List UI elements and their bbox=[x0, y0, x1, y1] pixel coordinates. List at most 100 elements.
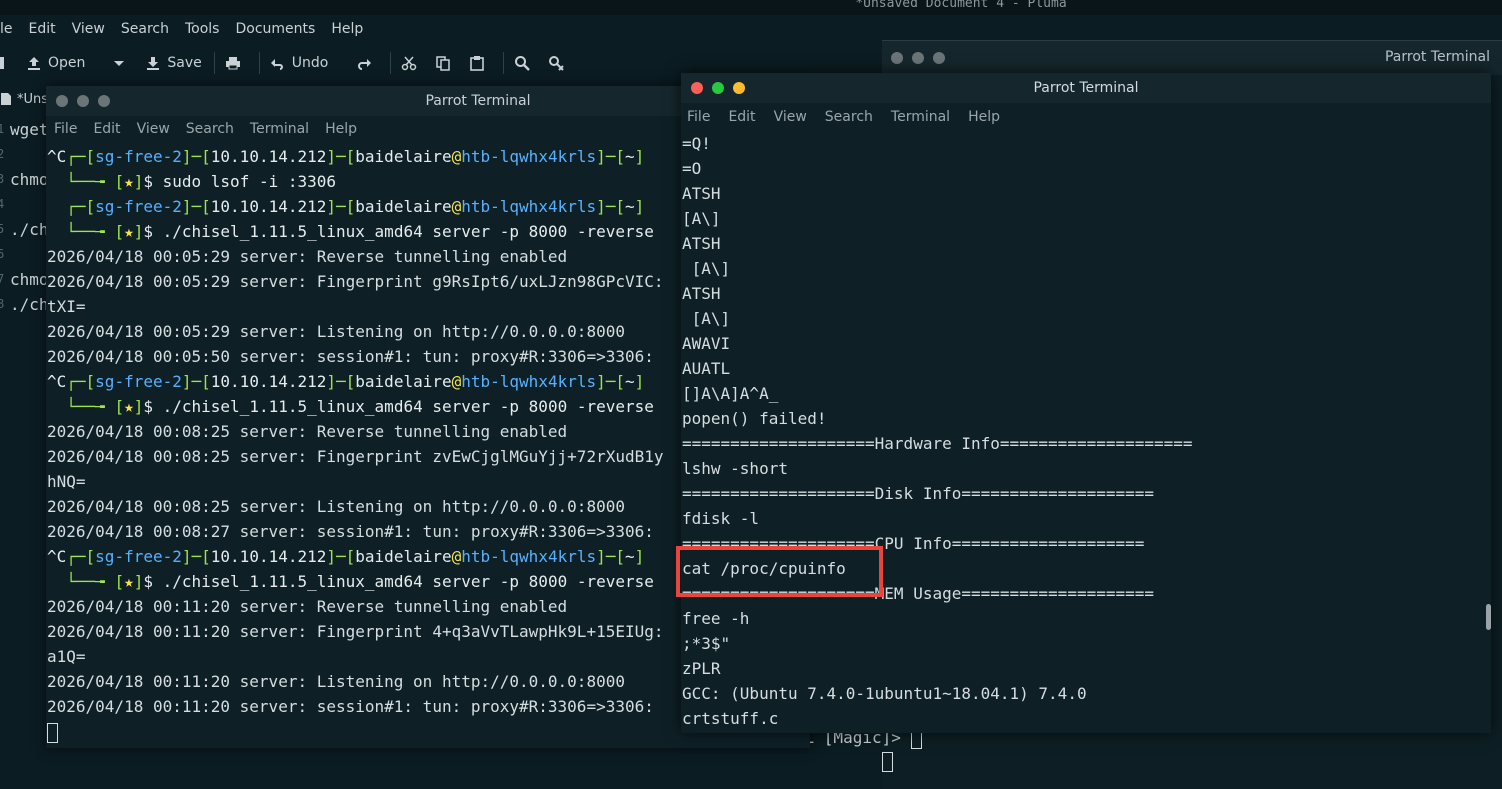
paste-button[interactable] bbox=[469, 48, 491, 78]
terminal-output-line: ATSH bbox=[682, 184, 721, 203]
terminal-output-line: =Q! bbox=[682, 134, 711, 153]
maximize-dot-icon[interactable] bbox=[933, 52, 945, 64]
menu-file[interactable]: File bbox=[54, 121, 77, 137]
open-button[interactable]: Open bbox=[26, 48, 85, 78]
tab-label: *Uns bbox=[17, 91, 49, 107]
editor-line: wget bbox=[10, 120, 49, 139]
menu-view[interactable]: View bbox=[137, 121, 170, 137]
menu-edit[interactable]: Edit bbox=[728, 109, 755, 125]
terminal-output-line: [A\] bbox=[682, 259, 731, 278]
toolbar-separator bbox=[503, 52, 505, 74]
terminal-output-line: popen() failed! bbox=[682, 409, 827, 428]
scrollbar-thumb[interactable] bbox=[1486, 604, 1491, 630]
clipboard-icon bbox=[470, 56, 485, 71]
minimize-dot-icon[interactable] bbox=[912, 52, 924, 64]
editor-line: chmo bbox=[10, 270, 49, 289]
redo-button[interactable] bbox=[340, 48, 378, 78]
menu-help[interactable]: Help bbox=[968, 109, 1000, 125]
terminal-titlebar: Parrot Terminal bbox=[681, 73, 1491, 103]
toolbar-separator bbox=[258, 52, 260, 74]
open-label: Open bbox=[48, 55, 86, 71]
text-cursor bbox=[47, 722, 58, 743]
cut-button[interactable] bbox=[401, 48, 423, 78]
copy-button[interactable] bbox=[435, 48, 457, 78]
line-number: 3 bbox=[0, 172, 5, 186]
terminal-menubar: File Edit View Search Terminal Help bbox=[681, 103, 1491, 131]
line-number: 6 bbox=[0, 247, 5, 261]
new-document-icon bbox=[0, 57, 4, 69]
menu-file[interactable]: File bbox=[687, 109, 710, 125]
redo-icon bbox=[358, 59, 372, 70]
pluma-menubar: le Edit View Search Tools Documents Help bbox=[0, 15, 900, 43]
menu-terminal[interactable]: Terminal bbox=[891, 109, 950, 125]
terminal-output[interactable]: =Q! =O ATSH [A\] ATSH [A\] ATSH [A\] AWAVI AUAT… bbox=[682, 131, 1482, 733]
terminal-output-line: zPLR bbox=[682, 659, 721, 678]
undo-label: Undo bbox=[291, 55, 329, 71]
new-button[interactable] bbox=[0, 48, 14, 78]
terminal-titlebar: Parrot Terminal bbox=[882, 41, 1502, 75]
printer-icon bbox=[225, 57, 240, 70]
menu-file[interactable]: le bbox=[0, 21, 13, 37]
save-label: Save bbox=[167, 55, 202, 71]
find-button[interactable] bbox=[514, 48, 536, 78]
menu-terminal[interactable]: Terminal bbox=[250, 121, 309, 137]
menu-help[interactable]: Help bbox=[325, 121, 357, 137]
highlight-annotation-box bbox=[676, 546, 883, 597]
menu-search[interactable]: Search bbox=[186, 121, 234, 137]
copy-icon bbox=[436, 56, 451, 71]
search-icon bbox=[515, 56, 531, 71]
undo-icon bbox=[270, 59, 283, 70]
pluma-window-title: *Unsaved Document 4 - Pluma bbox=[0, 0, 1502, 15]
text-cursor bbox=[882, 752, 893, 772]
line-number: 8 bbox=[0, 297, 5, 311]
terminal-output-line: AWAVI bbox=[682, 334, 731, 353]
terminal-output-line: ATSH bbox=[682, 284, 721, 303]
search-replace-icon bbox=[549, 56, 565, 71]
editor-line: ./ch bbox=[10, 220, 49, 239]
undo-button[interactable]: Undo bbox=[270, 48, 329, 78]
line-number: 5 bbox=[0, 222, 5, 236]
terminal-output-line: fdisk -l bbox=[682, 509, 760, 528]
terminal-output-line: lshw -short bbox=[682, 459, 788, 478]
scissors-icon bbox=[402, 56, 417, 71]
terminal-output-line: crtstuff.c bbox=[682, 709, 779, 728]
line-number-gutter: 1 2 3 4 5 6 7 8 bbox=[0, 116, 10, 789]
menu-edit[interactable]: Edit bbox=[29, 21, 56, 37]
line-number: 1 bbox=[0, 122, 5, 136]
menu-view[interactable]: View bbox=[72, 21, 105, 37]
upload-icon bbox=[28, 57, 40, 70]
menu-search[interactable]: Search bbox=[825, 109, 873, 125]
line-number: 2 bbox=[0, 147, 5, 161]
terminal-output-line: ATSH bbox=[682, 234, 721, 253]
menu-view[interactable]: View bbox=[774, 109, 807, 125]
chevron-down-icon bbox=[114, 61, 125, 66]
close-dot-icon[interactable] bbox=[891, 52, 903, 64]
download-icon bbox=[147, 57, 160, 70]
print-button[interactable] bbox=[225, 48, 247, 78]
replace-button[interactable] bbox=[548, 48, 570, 78]
menu-documents[interactable]: Documents bbox=[235, 21, 315, 37]
terminal-title: Parrot Terminal bbox=[1033, 80, 1139, 96]
terminal-output-line: ;*3$" bbox=[682, 634, 731, 653]
terminal-output-line: [A\] bbox=[682, 309, 731, 328]
recent-dropdown-button[interactable] bbox=[97, 48, 133, 78]
terminal-output-line: AUATL bbox=[682, 359, 731, 378]
toolbar-separator bbox=[213, 52, 215, 74]
editor-line: ./ch bbox=[10, 295, 49, 314]
menu-search[interactable]: Search bbox=[121, 21, 169, 37]
terminal-output-line: ====================Disk Info===========… bbox=[682, 484, 1155, 503]
menu-help[interactable]: Help bbox=[331, 21, 363, 37]
terminal-output-line: GCC: (Ubuntu 7.4.0-1ubuntu1~18.04.1) 7.4… bbox=[682, 684, 1087, 703]
terminal-output-line: [A\] bbox=[682, 209, 721, 228]
line-number: 4 bbox=[0, 197, 5, 211]
editor-line: chmo bbox=[10, 170, 49, 189]
menu-edit[interactable]: Edit bbox=[93, 121, 120, 137]
front-terminal-window[interactable]: Parrot Terminal File Edit View Search Termin… bbox=[681, 73, 1491, 733]
terminal-output-line: free -h bbox=[682, 609, 750, 628]
menu-tools[interactable]: Tools bbox=[185, 21, 220, 37]
toolbar-separator bbox=[390, 52, 392, 74]
document-icon bbox=[1, 93, 11, 105]
terminal-title: Parrot Terminal bbox=[1384, 49, 1490, 65]
save-button[interactable]: Save bbox=[145, 48, 202, 78]
terminal-output-line: []A\A]A^A_ bbox=[682, 384, 779, 403]
